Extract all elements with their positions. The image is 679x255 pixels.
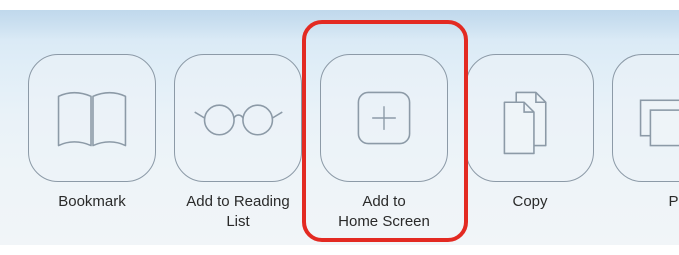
- print-label: Pr: [668, 193, 679, 210]
- print-icon: [639, 99, 679, 147]
- copy-label: Copy: [512, 193, 548, 210]
- print-button[interactable]: [612, 54, 679, 182]
- add-to-reading-list-label: Add to Reading List: [186, 193, 290, 230]
- copy-button[interactable]: [466, 54, 594, 182]
- highlight-annotation-box: [302, 20, 468, 242]
- reading-glasses-icon: [194, 104, 283, 136]
- bookmark-label: Bookmark: [58, 193, 126, 210]
- add-to-reading-list-button[interactable]: [174, 54, 302, 182]
- copy-documents-icon: [503, 91, 547, 155]
- bookmark-button[interactable]: [28, 54, 156, 182]
- open-book-icon: [57, 91, 127, 147]
